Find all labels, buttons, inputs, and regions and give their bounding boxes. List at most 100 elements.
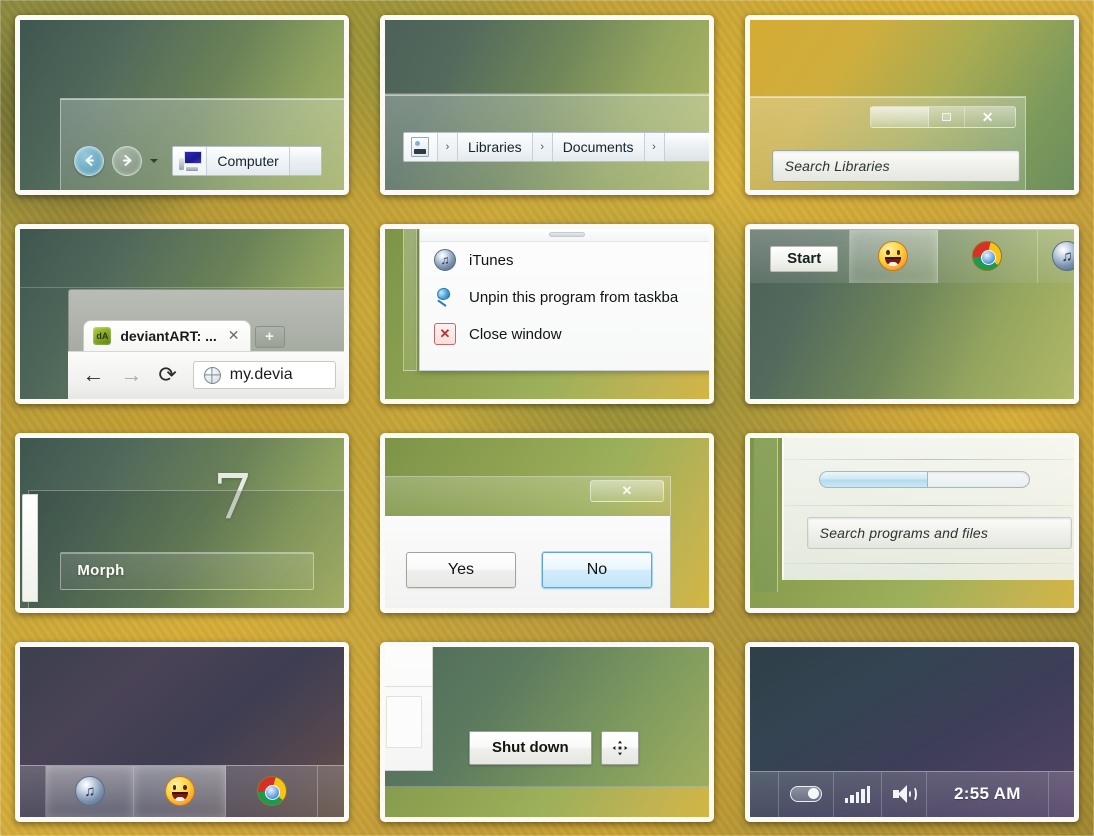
dialog-button-row: Yes No — [405, 551, 652, 588]
column-item[interactable] — [385, 695, 422, 748]
jump-list-menu[interactable]: ♫ iTunes Unpin this program from taskba … — [418, 228, 709, 371]
browser-reload-icon[interactable]: ⟳ — [158, 364, 176, 386]
computer-icon — [173, 146, 208, 175]
breadcrumb-separator-0[interactable]: › — [437, 132, 458, 161]
close-button[interactable]: ✕ — [965, 107, 1011, 127]
jump-list-item-itunes[interactable]: ♫ iTunes — [420, 242, 709, 279]
breadcrumb-documents[interactable]: Documents — [552, 132, 645, 161]
navigation-controls: Computer — [74, 145, 323, 176]
breadcrumb[interactable]: › Libraries › Documents › — [402, 131, 709, 162]
window-panel — [28, 489, 345, 608]
breadcrumb-computer[interactable]: Computer — [207, 146, 290, 175]
address-bar[interactable]: Computer — [172, 145, 323, 176]
taskbar-button-smiley[interactable] — [134, 765, 227, 817]
tile-confirmation-dialog[interactable]: ✕ Yes No — [379, 432, 714, 613]
start-button[interactable]: Start — [750, 229, 850, 283]
signal-bars-icon — [844, 785, 870, 803]
tab-title: deviantART: ... — [120, 327, 217, 344]
panel-divider — [20, 286, 345, 288]
jump-list-item-label: Unpin this program from taskba — [468, 288, 679, 306]
theme-preview-grid: Computer › Libraries › Documents › ✕ Sea… — [0, 0, 1094, 836]
chrome-window-frame: dA deviantART: ... ✕ + — [68, 288, 345, 351]
tile-chrome-browser[interactable]: dA deviantART: ... ✕ + ← → ⟳ my.devia — [15, 223, 350, 404]
jump-list-item-unpin[interactable]: Unpin this program from taskba — [420, 279, 709, 316]
tile-start-menu-search[interactable]: Search programs and files — [744, 432, 1079, 613]
tile-explorer-nav[interactable]: Computer — [15, 14, 350, 195]
yes-button-label: Yes — [447, 560, 475, 578]
breadcrumb-libraries[interactable]: Libraries — [457, 132, 533, 161]
back-button[interactable] — [74, 145, 105, 176]
taskbar-button-chrome[interactable] — [938, 229, 1038, 283]
search-placeholder-text: Search Libraries — [784, 157, 890, 174]
start-menu-divider-top — [782, 458, 1074, 460]
tile-jump-list[interactable]: ♫ iTunes Unpin this program from taskba … — [379, 223, 714, 404]
taskbar[interactable]: ♫ — [20, 764, 345, 817]
dialog-body: Yes No — [384, 515, 671, 608]
tab-close-icon[interactable]: ✕ — [228, 327, 240, 344]
chrome-tab-strip: dA deviantART: ... ✕ + — [69, 317, 344, 351]
library-icon — [403, 132, 438, 161]
tray-network-button[interactable] — [832, 771, 882, 817]
theme-name-box[interactable]: Morph — [60, 551, 315, 590]
maximize-button[interactable] — [929, 106, 965, 127]
search-input[interactable]: Search Libraries — [771, 149, 1020, 182]
tile-taskbar-start[interactable]: Start ♫ — [744, 223, 1079, 404]
taskbar-button-chrome[interactable] — [226, 765, 319, 817]
history-dropdown-icon[interactable] — [150, 158, 159, 163]
no-button[interactable]: No — [541, 551, 652, 588]
minimize-button[interactable] — [870, 106, 929, 127]
globe-icon — [203, 366, 221, 384]
smiley-icon — [878, 241, 909, 271]
new-tab-icon: + — [265, 328, 274, 345]
start-menu-glass — [384, 646, 709, 787]
system-tray[interactable]: 2:55 AM — [749, 770, 1074, 817]
new-tab-button[interactable]: + — [254, 325, 285, 348]
tile-taskbar-dark[interactable]: ♫ — [15, 641, 350, 822]
shutdown-controls: Shut down — [468, 730, 639, 765]
tray-clock-button[interactable]: 2:55 AM — [926, 771, 1048, 817]
address-value: my.devia — [229, 366, 293, 383]
chrome-icon — [256, 776, 287, 806]
browser-forward-icon[interactable]: → — [120, 364, 142, 386]
tray-volume-button[interactable] — [881, 771, 926, 817]
chrome-icon — [972, 241, 1003, 271]
tile-explorer-search[interactable]: ✕ Search Libraries — [744, 14, 1079, 195]
address-input[interactable]: my.devia — [192, 361, 337, 389]
no-button-label: No — [586, 560, 608, 578]
tile-shutdown[interactable]: Shut down — [379, 641, 714, 822]
theme-name-label: Morph — [77, 562, 125, 579]
taskbar-button-smiley[interactable] — [849, 229, 938, 283]
chrome-toolbar: ← → ⟳ my.devia — [68, 350, 345, 399]
tray-toggle-button[interactable] — [777, 771, 833, 817]
column-divider — [384, 685, 432, 687]
shutdown-button[interactable]: Shut down — [468, 730, 592, 765]
tile-theme-watermark[interactable]: 7 Morph — [15, 432, 350, 613]
start-menu-divider-bottom — [782, 562, 1074, 564]
show-desktop-button[interactable] — [1047, 771, 1074, 817]
breadcrumb-separator-1[interactable]: › — [532, 132, 553, 161]
tile-explorer-breadcrumb[interactable]: › Libraries › Documents › — [379, 14, 714, 195]
browser-tab[interactable]: dA deviantART: ... ✕ — [83, 319, 251, 351]
search-placeholder-text: Search programs and files — [819, 524, 989, 541]
explorer-window-panel — [60, 97, 345, 190]
dialog-close-button[interactable]: ✕ — [589, 479, 664, 502]
taskbar[interactable]: Start ♫ — [749, 228, 1074, 283]
browser-back-icon[interactable]: ← — [82, 364, 104, 386]
itunes-icon: ♫ — [1052, 241, 1074, 271]
clock-label: 2:55 AM — [954, 784, 1021, 803]
taskbar-button-itunes[interactable]: ♫ — [46, 765, 135, 817]
start-menu-left-column — [753, 437, 778, 592]
taskbar-button-itunes[interactable]: ♫ — [1038, 230, 1074, 283]
shutdown-options-button[interactable] — [600, 730, 639, 765]
four-arrow-icon — [612, 740, 628, 755]
forward-button[interactable] — [112, 145, 143, 176]
jump-list-item-close-window[interactable]: ✕ Close window — [420, 316, 709, 353]
yes-button[interactable]: Yes — [405, 551, 516, 588]
search-input[interactable]: Search programs and files — [806, 516, 1072, 549]
tile-system-tray[interactable]: 2:55 AM — [744, 641, 1079, 822]
jump-list-item-label: iTunes — [468, 251, 514, 269]
window-controls[interactable]: ✕ — [869, 105, 1016, 128]
jump-list-grip[interactable] — [419, 228, 709, 242]
taskbar-edge — [402, 228, 417, 371]
breadcrumb-separator-2[interactable]: › — [644, 132, 665, 161]
